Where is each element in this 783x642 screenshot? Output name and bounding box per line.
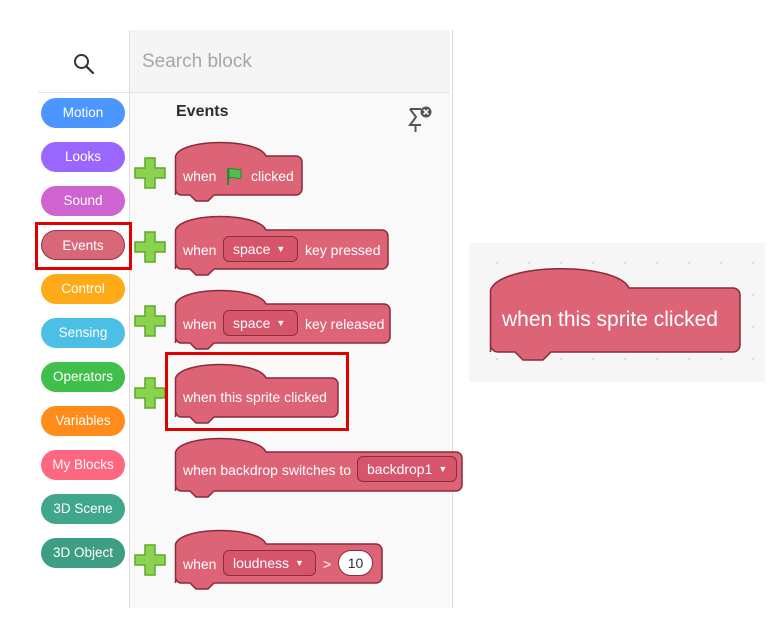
caret-down-icon: ▼: [276, 318, 286, 328]
threshold-input[interactable]: 10: [338, 550, 373, 576]
block-text: when: [183, 316, 217, 332]
block-text: key released: [305, 316, 385, 332]
search-icon: [74, 54, 95, 75]
caret-down-icon: ▼: [295, 558, 304, 568]
category-operators[interactable]: Operators: [41, 362, 125, 392]
block-text: key pressed: [305, 242, 381, 258]
plus-icon[interactable]: [134, 157, 166, 189]
plus-icon[interactable]: [134, 231, 166, 263]
section-title: Events: [176, 103, 229, 120]
block-text: when: [183, 556, 217, 572]
category-looks[interactable]: Looks: [41, 142, 125, 172]
key-dropdown[interactable]: space ▼: [223, 310, 298, 336]
search-bar: [130, 30, 450, 93]
category-3d-scene[interactable]: 3D Scene: [41, 494, 125, 524]
sprite-clicked-highlight: [165, 352, 349, 431]
key-dropdown[interactable]: space ▼: [223, 236, 298, 262]
block-text: clicked: [251, 168, 294, 184]
block-text: when backdrop switches to: [183, 462, 352, 478]
sensor-dropdown[interactable]: loudness ▼: [223, 550, 316, 576]
search-button[interactable]: [38, 30, 129, 93]
dropdown-value: space: [233, 241, 271, 257]
plus-icon[interactable]: [134, 377, 166, 409]
category-sensing[interactable]: Sensing: [41, 318, 125, 348]
backdrop-dropdown[interactable]: backdrop1 ▼: [357, 456, 457, 482]
category-control[interactable]: Control: [41, 274, 125, 304]
preview-block-text: when this sprite clicked: [502, 308, 718, 331]
green-flag-icon: [227, 167, 242, 185]
dropdown-value: backdrop1: [367, 461, 433, 477]
category-motion[interactable]: Motion: [41, 98, 125, 128]
dropdown-value: loudness: [233, 555, 290, 571]
category-sound[interactable]: Sound: [41, 186, 125, 216]
plus-icon[interactable]: [134, 305, 166, 337]
pin-icon[interactable]: [406, 104, 434, 134]
category-variables[interactable]: Variables: [41, 406, 125, 436]
events-category-highlight: [35, 222, 132, 270]
caret-down-icon: ▼: [438, 464, 448, 474]
plus-icon[interactable]: [134, 544, 166, 576]
block-text: when: [183, 242, 217, 258]
category-my-blocks[interactable]: My Blocks: [41, 450, 125, 480]
operator-text: >: [323, 556, 332, 572]
dropdown-value: space: [233, 315, 271, 331]
caret-down-icon: ▼: [276, 244, 286, 254]
search-input[interactable]: [140, 48, 424, 76]
block-text: when: [183, 168, 217, 184]
category-3d-object[interactable]: 3D Object: [41, 538, 125, 568]
